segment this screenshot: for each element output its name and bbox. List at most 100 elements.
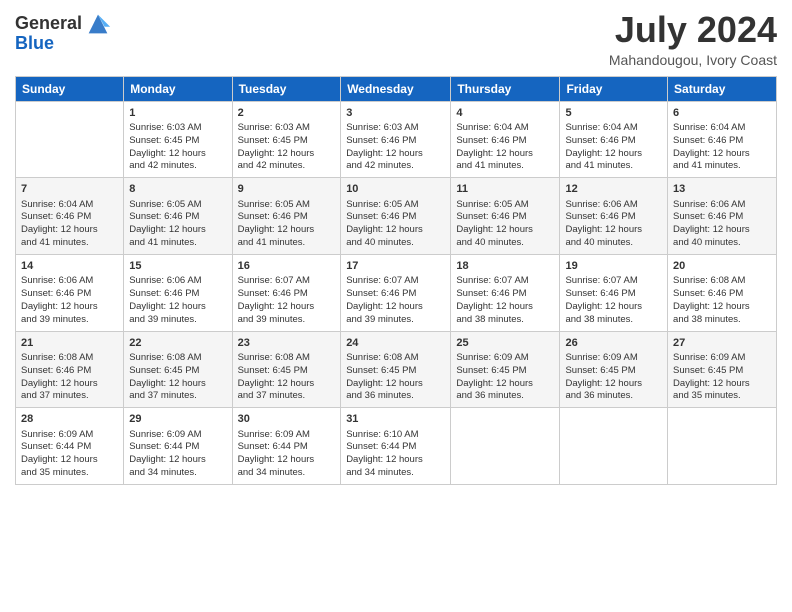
calendar-cell: 10 Sunrise: 6:05 AM Sunset: 6:46 PM Dayli… — [341, 178, 451, 255]
day-number: 20 — [673, 259, 771, 274]
day-info: Sunrise: 6:06 AM Sunset: 6:46 PM Dayligh… — [565, 199, 662, 250]
day-number: 2 — [238, 106, 336, 121]
day-number: 26 — [565, 336, 662, 351]
day-number: 28 — [21, 412, 118, 427]
header-row: Sunday Monday Tuesday Wednesday Thursday… — [16, 76, 777, 101]
col-tuesday: Tuesday — [232, 76, 341, 101]
calendar-cell: 6Sunrise: 6:04 AM Sunset: 6:46 PM Daylig… — [668, 101, 777, 178]
calendar-cell: 18Sunrise: 6:07 AM Sunset: 6:46 PM Dayli… — [451, 254, 560, 331]
day-info: Sunrise: 6:03 AM Sunset: 6:45 PM Dayligh… — [129, 122, 226, 173]
calendar-cell: 16Sunrise: 6:07 AM Sunset: 6:46 PM Dayli… — [232, 254, 341, 331]
calendar-cell: 9 Sunrise: 6:05 AM Sunset: 6:46 PM Daylig… — [232, 178, 341, 255]
calendar-cell: 14Sunrise: 6:06 AM Sunset: 6:46 PM Dayli… — [16, 254, 124, 331]
col-friday: Friday — [560, 76, 668, 101]
day-number: 11 — [456, 182, 554, 197]
calendar-week-3: 14Sunrise: 6:06 AM Sunset: 6:46 PM Dayli… — [16, 254, 777, 331]
calendar-cell: 30 Sunrise: 6:09 AM Sunset: 6:44 PM Dayli… — [232, 408, 341, 485]
day-number: 7 — [21, 182, 118, 197]
day-number: 24 — [346, 336, 445, 351]
day-info: Sunrise: 6:08 AM Sunset: 6:45 PM Dayligh… — [238, 352, 336, 403]
day-info: Sunrise: 6:03 AM Sunset: 6:45 PM Dayligh… — [238, 122, 336, 173]
day-info: Sunrise: 6:09 AM Sunset: 6:45 PM Dayligh… — [456, 352, 554, 403]
day-number: 8 — [129, 182, 226, 197]
col-wednesday: Wednesday — [341, 76, 451, 101]
day-number: 29 — [129, 412, 226, 427]
calendar-cell: 4Sunrise: 6:04 AM Sunset: 6:46 PM Daylig… — [451, 101, 560, 178]
day-info: Sunrise: 6:05 AM Sunset: 6:46 PM Dayligh… — [129, 199, 226, 250]
day-number: 25 — [456, 336, 554, 351]
page-header: General Blue July 2024 Mahandougou, Ivor… — [15, 10, 777, 68]
calendar-cell: 23Sunrise: 6:08 AM Sunset: 6:45 PM Dayli… — [232, 331, 341, 408]
calendar-cell: 3Sunrise: 6:03 AM Sunset: 6:46 PM Daylig… — [341, 101, 451, 178]
calendar-cell — [451, 408, 560, 485]
logo-text-general: General — [15, 14, 82, 34]
calendar-cell: 17Sunrise: 6:07 AM Sunset: 6:46 PM Dayli… — [341, 254, 451, 331]
day-number: 19 — [565, 259, 662, 274]
calendar-week-1: 1Sunrise: 6:03 AM Sunset: 6:45 PM Daylig… — [16, 101, 777, 178]
day-info: Sunrise: 6:06 AM Sunset: 6:46 PM Dayligh… — [21, 275, 118, 326]
calendar-cell: 25Sunrise: 6:09 AM Sunset: 6:45 PM Dayli… — [451, 331, 560, 408]
day-number: 15 — [129, 259, 226, 274]
day-info: Sunrise: 6:07 AM Sunset: 6:46 PM Dayligh… — [565, 275, 662, 326]
day-info: Sunrise: 6:04 AM Sunset: 6:46 PM Dayligh… — [456, 122, 554, 173]
day-info: Sunrise: 6:08 AM Sunset: 6:45 PM Dayligh… — [129, 352, 226, 403]
calendar-cell: 19Sunrise: 6:07 AM Sunset: 6:46 PM Dayli… — [560, 254, 668, 331]
location-subtitle: Mahandougou, Ivory Coast — [609, 52, 777, 68]
col-thursday: Thursday — [451, 76, 560, 101]
day-info: Sunrise: 6:04 AM Sunset: 6:46 PM Dayligh… — [673, 122, 771, 173]
calendar-cell: 27Sunrise: 6:09 AM Sunset: 6:45 PM Dayli… — [668, 331, 777, 408]
day-info: Sunrise: 6:09 AM Sunset: 6:45 PM Dayligh… — [673, 352, 771, 403]
day-number: 31 — [346, 412, 445, 427]
day-number: 17 — [346, 259, 445, 274]
col-monday: Monday — [124, 76, 232, 101]
col-saturday: Saturday — [668, 76, 777, 101]
day-info: Sunrise: 6:05 AM Sunset: 6:46 PM Dayligh… — [238, 199, 336, 250]
day-info: Sunrise: 6:07 AM Sunset: 6:46 PM Dayligh… — [238, 275, 336, 326]
calendar-cell: 20Sunrise: 6:08 AM Sunset: 6:46 PM Dayli… — [668, 254, 777, 331]
day-number: 4 — [456, 106, 554, 121]
calendar-week-2: 7Sunrise: 6:04 AM Sunset: 6:46 PM Daylig… — [16, 178, 777, 255]
day-info: Sunrise: 6:05 AM Sunset: 6:46 PM Dayligh… — [346, 199, 445, 250]
calendar-cell: 8 Sunrise: 6:05 AM Sunset: 6:46 PM Daylig… — [124, 178, 232, 255]
day-info: Sunrise: 6:09 AM Sunset: 6:44 PM Dayligh… — [129, 429, 226, 480]
day-info: Sunrise: 6:06 AM Sunset: 6:46 PM Dayligh… — [673, 199, 771, 250]
calendar-cell: 11 Sunrise: 6:05 AM Sunset: 6:46 PM Dayli… — [451, 178, 560, 255]
calendar-cell: 28 Sunrise: 6:09 AM Sunset: 6:44 PM Dayli… — [16, 408, 124, 485]
day-info: Sunrise: 6:05 AM Sunset: 6:46 PM Dayligh… — [456, 199, 554, 250]
day-number: 3 — [346, 106, 445, 121]
calendar-cell: 7Sunrise: 6:04 AM Sunset: 6:46 PM Daylig… — [16, 178, 124, 255]
day-number: 30 — [238, 412, 336, 427]
day-number: 5 — [565, 106, 662, 121]
calendar-cell: 12Sunrise: 6:06 AM Sunset: 6:46 PM Dayli… — [560, 178, 668, 255]
day-info: Sunrise: 6:08 AM Sunset: 6:46 PM Dayligh… — [21, 352, 118, 403]
day-number: 22 — [129, 336, 226, 351]
day-number: 18 — [456, 259, 554, 274]
calendar-cell: 26Sunrise: 6:09 AM Sunset: 6:45 PM Dayli… — [560, 331, 668, 408]
day-info: Sunrise: 6:07 AM Sunset: 6:46 PM Dayligh… — [346, 275, 445, 326]
day-info: Sunrise: 6:09 AM Sunset: 6:45 PM Dayligh… — [565, 352, 662, 403]
day-info: Sunrise: 6:07 AM Sunset: 6:46 PM Dayligh… — [456, 275, 554, 326]
month-title: July 2024 — [609, 10, 777, 50]
day-number: 14 — [21, 259, 118, 274]
col-sunday: Sunday — [16, 76, 124, 101]
calendar-cell: 22Sunrise: 6:08 AM Sunset: 6:45 PM Dayli… — [124, 331, 232, 408]
logo-icon — [84, 10, 112, 38]
day-info: Sunrise: 6:09 AM Sunset: 6:44 PM Dayligh… — [238, 429, 336, 480]
day-info: Sunrise: 6:04 AM Sunset: 6:46 PM Dayligh… — [565, 122, 662, 173]
day-info: Sunrise: 6:03 AM Sunset: 6:46 PM Dayligh… — [346, 122, 445, 173]
calendar-week-4: 21Sunrise: 6:08 AM Sunset: 6:46 PM Dayli… — [16, 331, 777, 408]
calendar-cell: 15Sunrise: 6:06 AM Sunset: 6:46 PM Dayli… — [124, 254, 232, 331]
title-block: July 2024 Mahandougou, Ivory Coast — [609, 10, 777, 68]
calendar-cell: 29 Sunrise: 6:09 AM Sunset: 6:44 PM Dayli… — [124, 408, 232, 485]
day-number: 16 — [238, 259, 336, 274]
calendar-cell: 13Sunrise: 6:06 AM Sunset: 6:46 PM Dayli… — [668, 178, 777, 255]
day-number: 10 — [346, 182, 445, 197]
day-number: 9 — [238, 182, 336, 197]
calendar-cell — [560, 408, 668, 485]
logo: General Blue — [15, 10, 112, 54]
calendar-week-5: 28 Sunrise: 6:09 AM Sunset: 6:44 PM Dayli… — [16, 408, 777, 485]
day-number: 21 — [21, 336, 118, 351]
day-number: 27 — [673, 336, 771, 351]
day-info: Sunrise: 6:08 AM Sunset: 6:45 PM Dayligh… — [346, 352, 445, 403]
day-info: Sunrise: 6:09 AM Sunset: 6:44 PM Dayligh… — [21, 429, 118, 480]
